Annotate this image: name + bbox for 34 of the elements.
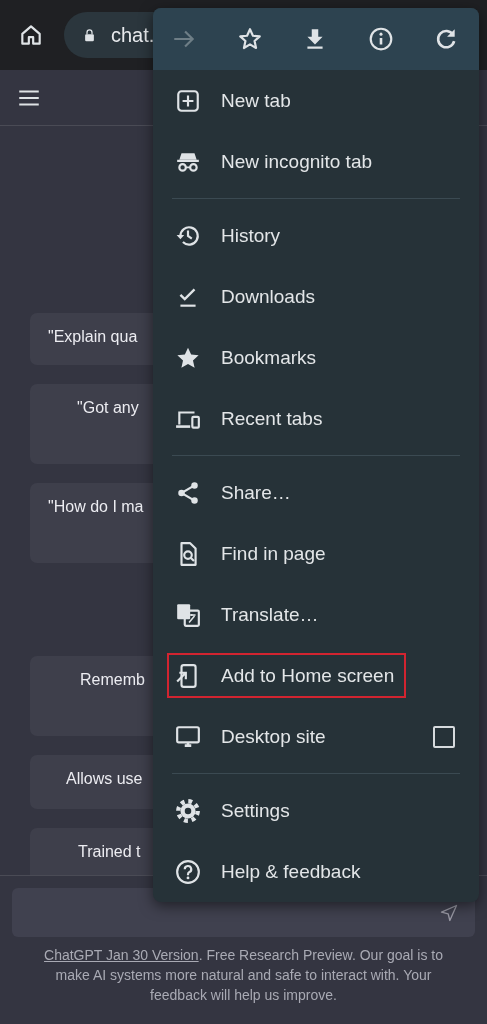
new-tab-icon	[175, 87, 201, 114]
version-link[interactable]: ChatGPT Jan 30 Version	[44, 947, 199, 963]
share-icon	[175, 479, 201, 506]
suggestion-text: Allows use	[66, 770, 143, 787]
menu-item[interactable]: Downloads	[153, 266, 479, 327]
menu-item[interactable]: History	[153, 205, 479, 266]
settings-icon	[175, 797, 201, 824]
monitor-icon	[175, 723, 201, 750]
suggestion-text: Rememb	[80, 671, 145, 688]
checkbox[interactable]	[433, 725, 455, 748]
menu-item[interactable]: Share…	[153, 462, 479, 523]
send-icon[interactable]	[439, 902, 459, 923]
home-icon[interactable]	[18, 22, 44, 48]
info-button[interactable]	[367, 26, 394, 52]
menu-item[interactable]: Translate…	[153, 584, 479, 645]
disclaimer-text: ChatGPT Jan 30 Version. Free Research Preview. Our goal is to make AI systems more natural and safe to interact with. Your feedback will help us improve.	[43, 946, 444, 1005]
help-icon	[175, 858, 201, 885]
url-text: chat.	[111, 23, 155, 47]
suggestion-text: "Explain qua	[48, 328, 138, 345]
lock-icon	[82, 27, 97, 43]
menu-item[interactable]: Desktop site	[153, 706, 479, 767]
menu-item[interactable]: New tab	[153, 70, 479, 131]
suggestion-text: "Got any	[77, 399, 139, 416]
menu-item[interactable]: Recent tabs	[153, 388, 479, 449]
menu-item[interactable]: Add to Home screen	[167, 653, 407, 698]
star-button[interactable]	[236, 26, 263, 52]
menu-item[interactable]: Help & feedback	[153, 841, 479, 902]
menu-item[interactable]: Settings	[153, 780, 479, 841]
menu-item[interactable]: New incognito tab	[153, 131, 479, 192]
suggestion-text: "How do I ma	[48, 498, 144, 515]
menu-item[interactable]: Find in page	[153, 523, 479, 584]
suggestion-text: Trained t	[78, 843, 141, 860]
translate-icon	[175, 601, 201, 628]
menu-item[interactable]: Bookmarks	[153, 327, 479, 388]
